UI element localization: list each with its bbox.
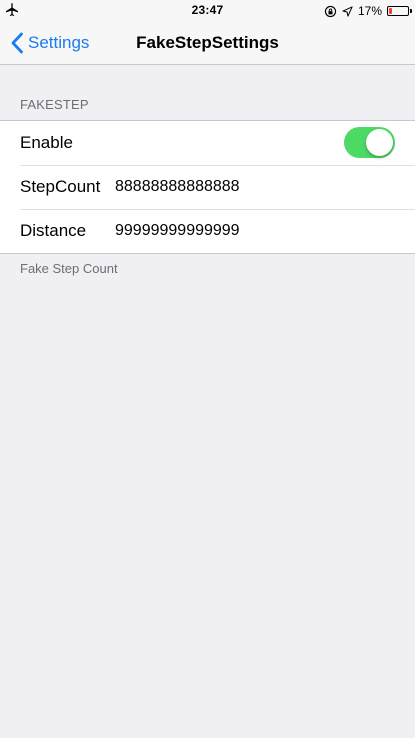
settings-group: Enable StepCount 88888888888888 Distance… [0,120,415,254]
navigation-bar: Settings FakeStepSettings [0,22,415,65]
rotation-lock-icon [324,5,337,17]
battery-icon [387,6,412,16]
status-bar: 23:47 17% [0,0,415,22]
section-footer: Fake Step Count [20,261,118,276]
section-header: FAKESTEP [20,97,89,112]
distance-label: Distance [20,221,87,240]
battery-percent: 17% [357,4,382,18]
enable-toggle[interactable] [344,127,395,158]
step-count-cell: StepCount 88888888888888 [0,165,415,209]
location-icon [342,5,353,17]
page-title: FakeStepSettings [136,33,279,52]
distance-cell: Distance 99999999999999 [0,209,415,253]
distance-field[interactable]: 99999999999999 [115,222,240,240]
status-right-group: 17% [324,3,412,19]
enable-cell: Enable [0,121,415,165]
step-count-field[interactable]: 88888888888888 [115,178,240,196]
enable-label: Enable [20,133,73,152]
battery-fill [389,8,392,14]
toggle-knob [366,129,393,156]
step-count-label: StepCount [20,177,101,196]
